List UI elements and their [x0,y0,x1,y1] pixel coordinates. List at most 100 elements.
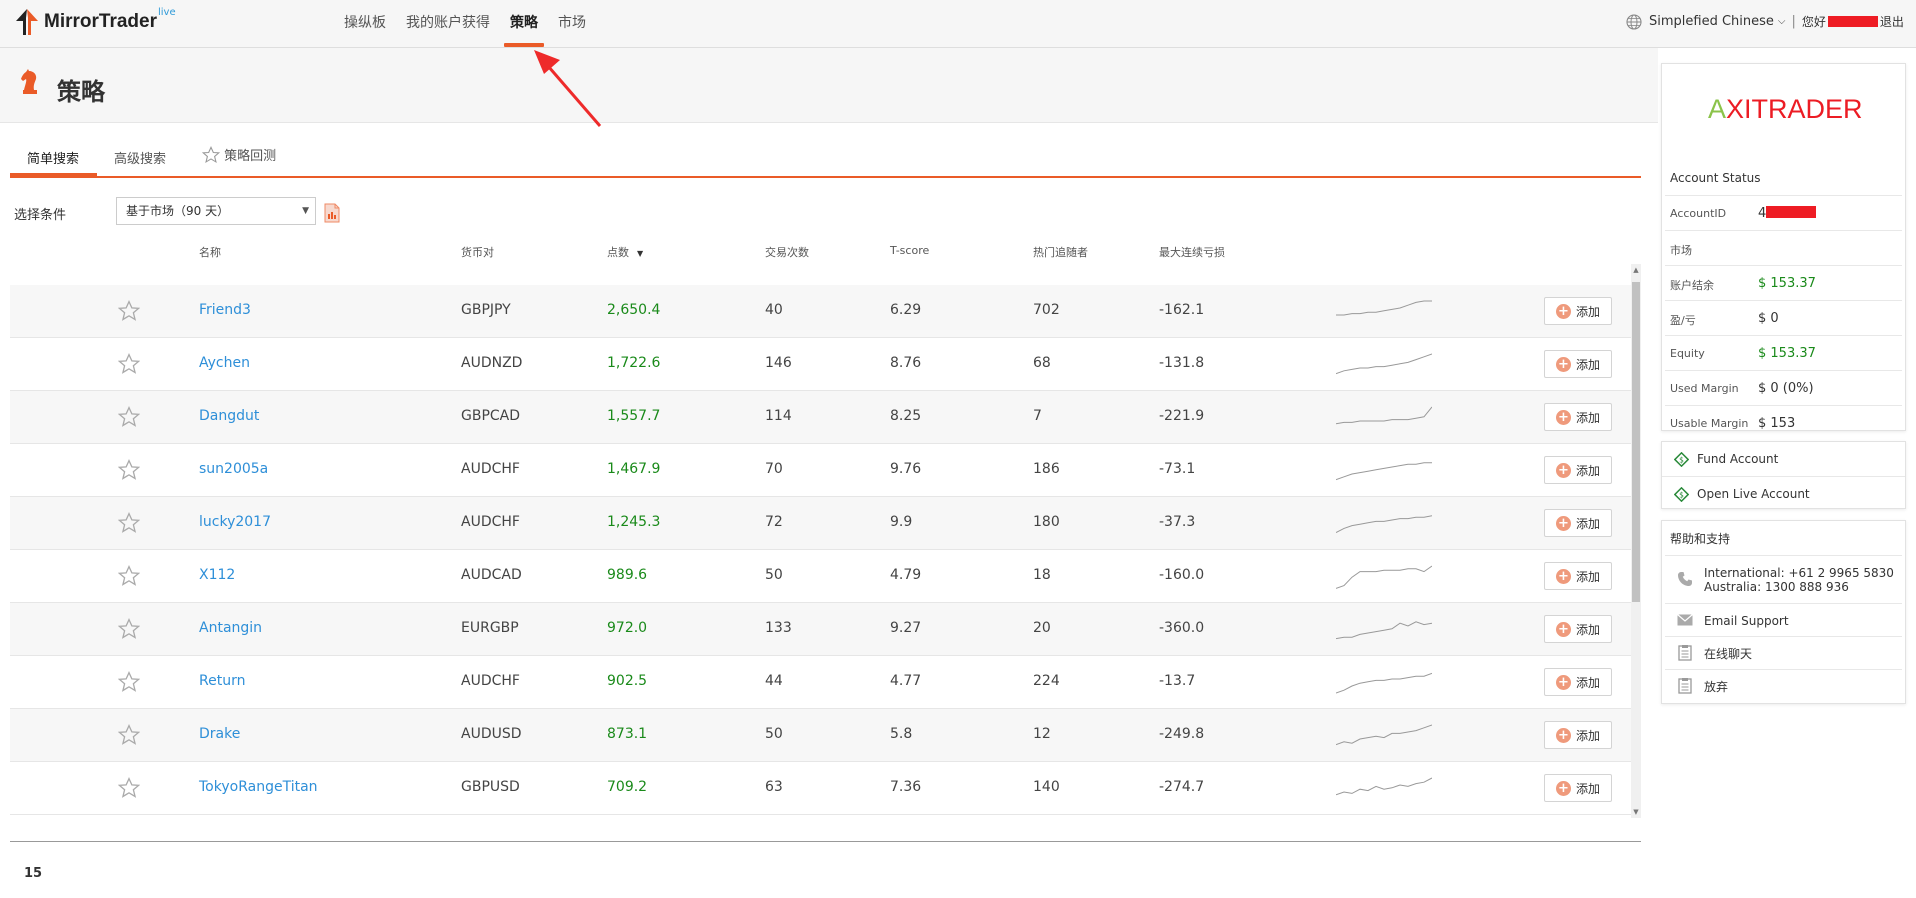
column-header-tscore[interactable]: T-score [890,244,929,257]
column-header-max-loss[interactable]: 最大连续亏损 [1159,244,1225,260]
market-period-select[interactable]: 基于市场（90 天） ▼ [116,197,316,225]
used-margin-label: Used Margin [1670,382,1739,395]
logo-arrow-icon [16,9,38,35]
performance-sparkline [1336,353,1432,375]
column-header-pair[interactable]: 货币对 [461,244,494,260]
fund-account-label: Fund Account [1697,452,1779,466]
favorite-star-icon[interactable] [118,565,140,587]
currency-pair: GBPCAD [461,408,521,424]
table-row: X112 AUDCAD 989.6 50 4.79 18 -160.0 + 添加 [10,550,1631,603]
fund-account-icon: $ [1674,452,1689,467]
live-badge: live [157,7,176,18]
table-row: Dangdut GBPCAD 1,557.7 114 8.25 7 -221.9 + 添加 [10,391,1631,444]
pdf-export-icon[interactable] [324,203,340,223]
filter-label: 选择条件 [14,208,67,223]
used-margin-row: Used Margin $ 0 (0%) [1665,370,1902,405]
app-logo[interactable]: MirrorTrader live [14,7,176,38]
strategy-name-link[interactable]: sun2005a [199,461,268,477]
add-button-label: 添加 [1575,622,1600,637]
account-status-panel: AXITRADER Account Status AccountID 4 市场 账户结… [1661,63,1906,431]
table-scrollbar[interactable]: ▲ ▼ [1631,264,1641,818]
equity-value-text: $ 153.37 [1758,346,1816,361]
tab-strategy-backtest[interactable]: 策略回测 [201,145,277,164]
abandon-link[interactable]: 放弃 [1665,669,1902,703]
strategy-name-link[interactable]: Antangin [199,620,262,636]
t-score: 7.36 [890,779,922,795]
add-strategy-button[interactable]: + 添加 [1544,774,1612,802]
table-header: 名称 货币对 点数 ▼ 交易次数 T-score 热门追随者 最大连续亏损 [10,240,1631,286]
favorite-star-icon[interactable] [118,300,140,322]
account-balance-value: $ 153.37 [1758,276,1816,291]
nav-dashboard[interactable]: 操纵板 [336,0,394,47]
column-header-followers[interactable]: 热门追随者 [1033,244,1088,260]
max-consecutive-loss: -160.0 [1159,567,1205,583]
column-header-trades[interactable]: 交易次数 [765,244,809,260]
scroll-thumb[interactable] [1632,282,1640,602]
t-score: 6.29 [890,302,922,318]
favorite-star-icon[interactable] [118,618,140,640]
strategy-name-link[interactable]: Return [199,673,245,689]
favorite-star-icon[interactable] [118,724,140,746]
strategy-name-link[interactable]: TokyoRangeTitan [199,779,318,795]
add-strategy-button[interactable]: + 添加 [1544,668,1612,696]
column-header-name[interactable]: 名称 [199,244,221,260]
favorite-star-icon[interactable] [118,671,140,693]
performance-sparkline [1336,300,1432,316]
strategy-name-link[interactable]: Friend3 [199,302,251,318]
profit-loss-row: 盈/亏 $ 0 [1665,300,1902,335]
trade-count: 63 [765,779,783,795]
strategy-name-link[interactable]: lucky2017 [199,514,271,530]
add-strategy-button[interactable]: + 添加 [1544,562,1612,590]
trade-count: 114 [765,408,792,424]
table-row: Aychen AUDNZD 1,722.6 146 8.76 68 -131.8 + 添加 [10,338,1631,391]
fund-account-link[interactable]: $ Fund Account [1662,442,1905,476]
usable-margin-value-text: $ 153 [1758,416,1796,431]
scroll-up-icon[interactable]: ▲ [1632,266,1640,274]
market-period-value: 基于市场（90 天） [126,204,230,218]
live-chat-link[interactable]: 在线聊天 [1665,636,1902,670]
scroll-down-icon[interactable]: ▼ [1632,808,1640,816]
favorite-star-icon[interactable] [118,406,140,428]
tab-advanced-search[interactable]: 高级搜索 [114,148,166,167]
add-strategy-button[interactable]: + 添加 [1544,403,1612,431]
favorite-star-icon[interactable] [118,777,140,799]
plus-circle-icon: + [1555,727,1571,743]
nav-my-account[interactable]: 我的账户获得 [398,0,498,47]
favorite-star-icon[interactable] [118,459,140,481]
strategy-name-link[interactable]: X112 [199,567,235,583]
app-name: MirrorTrader [44,11,157,32]
tab-simple-search[interactable]: 简单搜索 [27,148,79,167]
add-strategy-button[interactable]: + 添加 [1544,721,1612,749]
add-strategy-button[interactable]: + 添加 [1544,456,1612,484]
add-strategy-button[interactable]: + 添加 [1544,509,1612,537]
column-header-pips[interactable]: 点数 ▼ [607,244,643,260]
favorite-star-icon[interactable] [118,512,140,534]
max-consecutive-loss: -37.3 [1159,514,1196,530]
favorite-star-icon[interactable] [118,353,140,375]
nav-markets[interactable]: 市场 [550,0,594,47]
open-live-account-link[interactable]: $ Open Live Account [1662,476,1905,511]
chevron-down-icon[interactable]: ⌵ [1778,16,1786,27]
nav-strategies[interactable]: 策略 [502,0,546,47]
market-row: 市场 [1665,230,1902,265]
add-button-label: 添加 [1575,569,1600,584]
broker-logo-a: A [1708,94,1727,124]
caret-down-icon: ▼ [302,206,309,216]
tab-strategy-backtest-label: 策略回测 [224,149,277,164]
strategy-name-link[interactable]: Dangdut [199,408,259,424]
account-id-value-text: 4 [1758,206,1767,221]
add-strategy-button[interactable]: + 添加 [1544,350,1612,378]
open-live-account-icon: $ [1674,487,1689,502]
usable-margin-row: Usable Margin $ 153 [1665,405,1902,440]
email-support-link[interactable]: Email Support [1665,603,1902,637]
pips-value: 989.6 [607,567,648,583]
add-strategy-button[interactable]: + 添加 [1544,615,1612,643]
pips-value: 873.1 [607,726,648,742]
strategy-name-link[interactable]: Aychen [199,355,250,371]
help-support-title: 帮助和支持 [1670,532,1731,546]
language-selector[interactable]: Simplefied Chinese [1649,14,1774,29]
logout-link[interactable]: 退出 [1880,13,1904,30]
add-strategy-button[interactable]: + 添加 [1544,297,1612,325]
strategy-name-link[interactable]: Drake [199,726,240,742]
profit-loss-value-text: $ 0 [1758,311,1779,326]
